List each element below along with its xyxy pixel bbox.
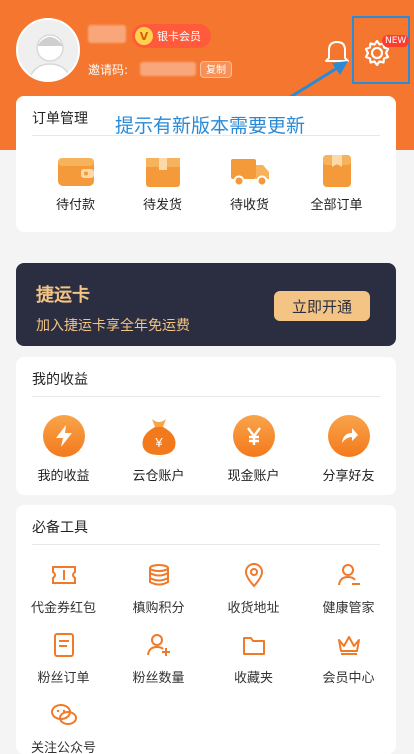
jieyun-card-banner[interactable]: 捷运卡 加入捷运卡享全年免运费 立即开通 (16, 263, 396, 346)
tool-follow-official-account[interactable]: 关注公众号 (16, 701, 111, 754)
earnings-share-friends[interactable]: 分享好友 (301, 415, 396, 484)
earnings-my-earnings[interactable]: 我的收益 (16, 415, 111, 484)
tools-card-title: 必备工具 (32, 520, 88, 536)
tool-label: 健康管家 (322, 601, 375, 616)
tool-health-manager[interactable]: 健康管家 (301, 561, 396, 616)
earnings-item-label: 我的收益 (37, 469, 90, 484)
divider (32, 544, 380, 545)
vip-v-icon: V (135, 27, 153, 45)
order-pending-shipment[interactable]: 待发货 (119, 152, 206, 213)
location-pin-icon (240, 561, 268, 589)
tool-label: 粉丝数量 (132, 671, 185, 686)
wallet-icon (55, 152, 97, 190)
tool-coupons[interactable]: 代金券红包 (16, 561, 111, 616)
invite-code-redacted (140, 62, 196, 76)
wechat-icon (50, 701, 78, 729)
tool-label: 槙购积分 (132, 601, 185, 616)
folder-icon (240, 631, 268, 659)
document-icon (50, 631, 78, 659)
package-icon (142, 152, 184, 190)
activate-now-button[interactable]: 立即开通 (274, 291, 370, 321)
health-user-icon (335, 561, 363, 589)
earnings-card-title: 我的收益 (32, 372, 88, 388)
tools-card: 必备工具 代金券红包 槙购积分 收货地址 健康管家 粉丝订单 粉丝数量 收藏夹 … (16, 505, 396, 754)
vip-badge[interactable]: V 银卡会员 (132, 24, 211, 48)
earnings-cloud-warehouse[interactable]: ¥ 云仓账户 (111, 415, 206, 484)
tool-fan-orders[interactable]: 粉丝订单 (16, 631, 111, 686)
yen-coin-icon (232, 415, 275, 457)
earnings-item-label: 云仓账户 (132, 469, 185, 484)
tool-label: 代金券红包 (30, 601, 96, 616)
tool-shipping-address[interactable]: 收货地址 (206, 561, 301, 616)
coin-stack-icon (145, 561, 173, 589)
tool-favorites[interactable]: 收藏夹 (206, 631, 301, 686)
tool-member-center[interactable]: 会员中心 (301, 631, 396, 686)
jieyun-card-title: 捷运卡 (36, 285, 90, 306)
money-bag-icon: ¥ (138, 415, 180, 457)
vip-badge-label: 银卡会员 (157, 30, 201, 43)
jieyun-card-subtitle: 加入捷运卡享全年免运费 (36, 318, 190, 334)
copy-invite-button[interactable]: 复制 (200, 61, 232, 78)
order-card-title: 订单管理 (32, 111, 88, 127)
order-pending-payment[interactable]: 待付款 (32, 152, 119, 213)
earnings-item-label: 分享好友 (322, 469, 375, 484)
tool-label: 粉丝订单 (37, 671, 90, 686)
order-item-label: 待收货 (229, 198, 269, 213)
tool-label: 收货地址 (227, 601, 280, 616)
tool-label: 关注公众号 (30, 741, 96, 754)
avatar[interactable] (16, 18, 80, 82)
orders-icon (316, 152, 358, 190)
user-add-icon (145, 631, 173, 659)
order-pending-receipt[interactable]: 待收货 (206, 152, 293, 213)
crown-icon (335, 631, 363, 659)
new-version-tag: NEW (382, 35, 410, 47)
share-icon (327, 415, 370, 457)
invite-code-label: 邀请码: (88, 63, 129, 77)
tool-label: 收藏夹 (233, 671, 273, 686)
divider (32, 396, 380, 397)
tool-fan-count[interactable]: 粉丝数量 (111, 631, 206, 686)
truck-icon (229, 152, 271, 190)
order-item-label: 全部订单 (310, 198, 363, 213)
username-redacted (88, 25, 126, 43)
earnings-card: 我的收益 我的收益 ¥ 云仓账户 现金账户 分享好友 (16, 357, 396, 495)
earnings-cash-account[interactable]: 现金账户 (206, 415, 301, 484)
update-hint-annotation: 提示有新版本需要更新 (115, 115, 306, 137)
lightning-icon (42, 415, 85, 457)
earnings-item-label: 现金账户 (227, 469, 280, 484)
coupon-icon (50, 561, 78, 589)
order-item-label: 待发货 (142, 198, 182, 213)
tool-label: 会员中心 (322, 671, 375, 686)
order-item-label: 待付款 (55, 198, 95, 213)
tool-points[interactable]: 槙购积分 (111, 561, 206, 616)
order-all[interactable]: 全部订单 (293, 152, 380, 213)
svg-text:¥: ¥ (154, 435, 163, 450)
